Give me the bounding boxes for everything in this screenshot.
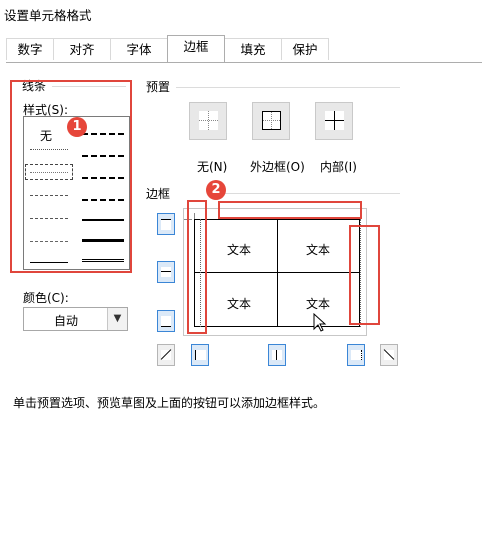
border-diagonal-up-button[interactable] bbox=[157, 344, 175, 366]
preview-cell-text: 文本 bbox=[306, 243, 331, 257]
border-preview[interactable]: 文本 文本 文本 文本 bbox=[183, 208, 367, 336]
border-middle-horizontal-button[interactable] bbox=[157, 261, 175, 283]
preset-outline-label: 外边框(O) bbox=[250, 160, 305, 174]
border-right-icon bbox=[351, 350, 362, 360]
border-middle-vertical-button[interactable] bbox=[268, 344, 286, 366]
preview-inner-vertical bbox=[277, 219, 278, 327]
preset-outline-icon bbox=[262, 111, 281, 130]
border-title: 边框 bbox=[146, 187, 171, 201]
preset-none-button[interactable] bbox=[189, 102, 227, 140]
preset-outline-button[interactable] bbox=[252, 102, 290, 140]
hint-text: 单击预置选项、预览草图及上面的按钮可以添加边框样式。 bbox=[13, 396, 326, 410]
diagonal-up-icon bbox=[160, 349, 172, 360]
tab-fill[interactable]: 填充 bbox=[224, 38, 282, 60]
presets-divider bbox=[176, 87, 400, 88]
mouse-cursor-icon bbox=[313, 313, 327, 332]
border-right-button[interactable] bbox=[347, 344, 365, 366]
color-label: 颜色(C): bbox=[23, 291, 69, 305]
annotation-badge-2: 2 bbox=[206, 180, 226, 200]
color-value: 自动 bbox=[54, 314, 79, 328]
border-bottom-icon bbox=[161, 316, 171, 327]
tab-number[interactable]: 数字 bbox=[6, 38, 54, 60]
border-middle-horizontal-icon bbox=[161, 267, 171, 277]
annotation-box-right-border bbox=[349, 225, 380, 325]
diagonal-down-icon bbox=[383, 349, 395, 360]
color-dropdown[interactable]: 自动 ▼ bbox=[23, 307, 128, 331]
dialog-title: 设置单元格格式 bbox=[4, 8, 92, 23]
preset-inside-icon bbox=[325, 111, 344, 130]
border-left-button[interactable] bbox=[191, 344, 209, 366]
preview-cell-text: 文本 bbox=[306, 297, 331, 311]
border-top-button[interactable] bbox=[157, 213, 175, 235]
annotation-box-top-border bbox=[218, 201, 362, 219]
preset-none-label: 无(N) bbox=[197, 160, 228, 174]
preset-inside-label: 内部(I) bbox=[320, 160, 357, 174]
tab-border[interactable]: 边框 bbox=[167, 35, 225, 62]
annotation-box-line-style bbox=[10, 80, 132, 273]
preset-inside-button[interactable] bbox=[315, 102, 353, 140]
border-middle-vertical-icon bbox=[272, 350, 282, 360]
border-divider bbox=[210, 193, 400, 194]
border-top-icon bbox=[161, 219, 171, 230]
preview-cell-text: 文本 bbox=[227, 243, 252, 257]
presets-title: 预置 bbox=[146, 80, 171, 94]
tab-font[interactable]: 字体 bbox=[110, 38, 168, 60]
preset-none-icon bbox=[199, 111, 218, 130]
annotation-box-left-border bbox=[187, 200, 207, 334]
annotation-badge-1: 1 bbox=[67, 117, 87, 137]
chevron-down-icon[interactable]: ▼ bbox=[107, 308, 127, 330]
border-bottom-button[interactable] bbox=[157, 310, 175, 332]
tab-protection[interactable]: 保护 bbox=[281, 38, 329, 60]
tab-alignment[interactable]: 对齐 bbox=[53, 38, 111, 60]
border-diagonal-down-button[interactable] bbox=[380, 344, 398, 366]
border-left-icon bbox=[195, 350, 206, 360]
preview-cell-text: 文本 bbox=[227, 297, 252, 311]
